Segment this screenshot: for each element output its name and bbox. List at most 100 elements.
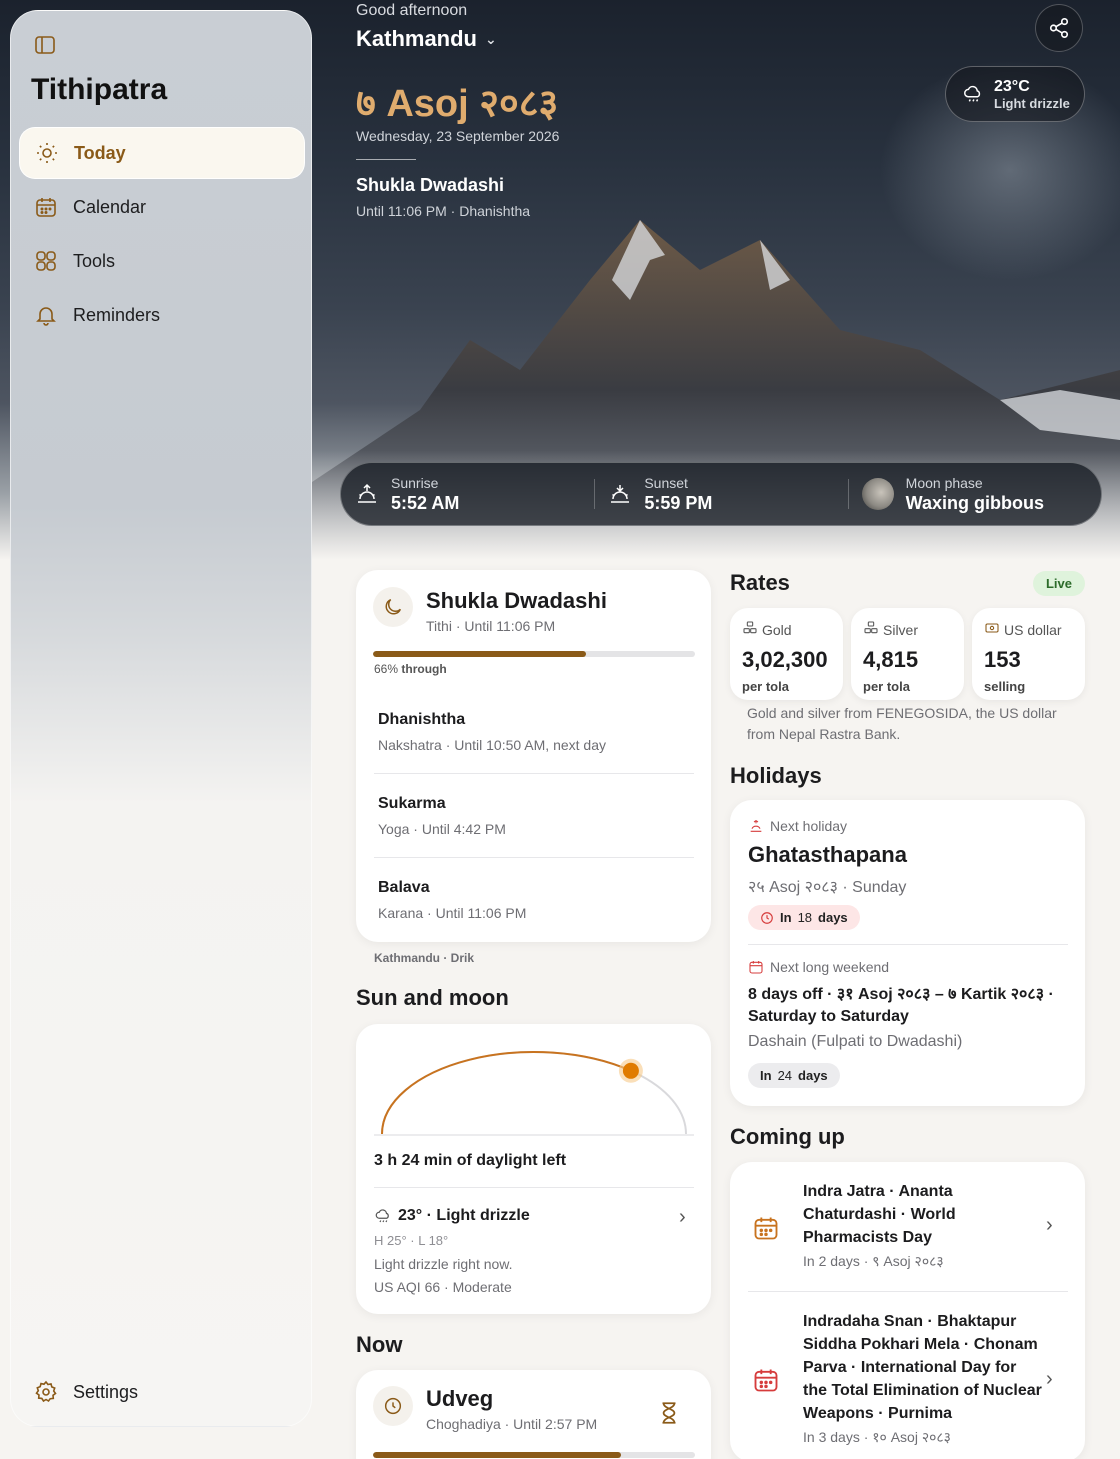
weather-summary[interactable]: 23° · Light drizzle xyxy=(374,1207,530,1225)
chevron-right-icon[interactable]: › xyxy=(679,1206,686,1229)
karana-sub: Karana · Until 11:06 PM xyxy=(378,905,527,921)
usd-label: US dollar xyxy=(1004,621,1062,638)
daylight-left: 3 h 24 min of daylight left xyxy=(374,1152,567,1169)
sidebar-item-today[interactable]: Today xyxy=(19,127,305,179)
gold-icon xyxy=(742,620,758,639)
coming-up-card: Indra Jatra · Ananta Chaturdashi · World… xyxy=(730,1162,1085,1459)
daylight-arc xyxy=(374,1051,694,1136)
weather-note: Light drizzle right now. xyxy=(374,1256,513,1272)
moon-phase-item: Moon phase Waxing gibbous xyxy=(847,463,1101,525)
yoga-title: Sukarma xyxy=(378,795,446,812)
countdown-prefix: In xyxy=(780,910,792,925)
silver-value: 4,815 xyxy=(863,647,919,672)
chevron-right-icon: › xyxy=(1046,1368,1053,1390)
air-quality: US AQI 66 · Moderate xyxy=(374,1279,512,1295)
panchang-card[interactable]: Shukla Dwadashi Tithi · Until 11:06 PM 6… xyxy=(356,570,711,942)
divider xyxy=(356,159,416,160)
silver-rate-card[interactable]: Silver 4,815 per tola xyxy=(851,608,964,700)
countdown-prefix: In xyxy=(760,1068,772,1083)
sunset-label: Sunset xyxy=(644,474,688,491)
drizzle-icon xyxy=(964,85,981,102)
clock-icon xyxy=(373,1386,413,1426)
karana-row: Balava Karana · Until 11:06 PM xyxy=(378,879,694,921)
hero-tithi: Shukla Dwadashi xyxy=(356,175,505,195)
sunset-item: Sunset 5:59 PM xyxy=(594,463,847,525)
weather-high-low: H 25° · L 18° xyxy=(374,1233,449,1248)
sun-icon xyxy=(34,140,60,166)
sidebar-item-label: Calendar xyxy=(73,196,147,217)
moon-phase-label: Moon phase xyxy=(905,474,983,491)
sunset-value: 5:59 PM xyxy=(644,492,713,513)
progress-label: 66% through xyxy=(374,662,447,676)
silver-icon xyxy=(863,620,879,639)
astro-bar: Sunrise 5:52 AM Sunset 5:59 PM Moon phas… xyxy=(340,462,1102,526)
usd-unit: selling xyxy=(984,679,1026,694)
divider xyxy=(374,1187,694,1188)
sidebar-item-reminders[interactable]: Reminders xyxy=(19,289,305,341)
hourglass-icon xyxy=(662,1402,676,1424)
weather-temp: 23°C xyxy=(994,77,1030,95)
event-title: Indradaha Snan · Bhaktapur Siddha Pokhar… xyxy=(803,1313,1042,1422)
long-weekend-countdown: In 24 days xyxy=(748,1063,840,1088)
calendar-icon xyxy=(754,1217,778,1240)
holidays-card[interactable]: Next holiday Ghatasthapana २५ Asoj २०८३ … xyxy=(730,800,1085,1106)
usd-value: 153 xyxy=(984,647,1021,672)
rates-heading: Rates xyxy=(730,570,790,595)
silver-unit: per tola xyxy=(863,679,910,694)
rates-source-note: Gold and silver from FENEGOSIDA, the US … xyxy=(747,705,1057,742)
countdown-number: 18 xyxy=(797,910,813,925)
yoga-row: Sukarma Yoga · Until 4:42 PM xyxy=(378,795,694,837)
sidebar-toggle-button[interactable] xyxy=(33,33,57,57)
coming-up-heading: Coming up xyxy=(730,1124,845,1149)
banknote-icon xyxy=(984,620,1000,639)
tithi-subtitle: Tithi · Until 11:06 PM xyxy=(426,618,556,634)
sidebar-item-settings[interactable]: Settings xyxy=(19,1366,305,1418)
settings-label: Settings xyxy=(73,1381,139,1402)
sunrise-icon xyxy=(358,483,376,503)
next-holiday-date: २५ Asoj २०८३ · Sunday xyxy=(748,879,907,896)
countdown-unit: days xyxy=(798,1068,828,1083)
gold-label: Gold xyxy=(762,621,792,638)
sidebar-item-label: Today xyxy=(74,142,126,163)
grid-icon xyxy=(33,248,59,274)
panchang-footer: Kathmandu · Drik xyxy=(374,951,475,965)
tithi-title: Shukla Dwadashi xyxy=(426,588,607,613)
clock-icon xyxy=(761,911,773,924)
sun-moon-card[interactable]: 3 h 24 min of daylight left 23° · Light … xyxy=(356,1024,711,1314)
divider xyxy=(374,773,694,774)
sidebar-item-label: Reminders xyxy=(73,304,161,325)
nakshatra-row: Dhanishtha Nakshatra · Until 10:50 AM, n… xyxy=(378,711,694,753)
gold-rate-card[interactable]: Gold 3,02,300 per tola xyxy=(730,608,843,700)
divider xyxy=(748,1291,1068,1292)
calendar-icon xyxy=(754,1369,778,1392)
sidebar-item-calendar[interactable]: Calendar xyxy=(19,181,305,233)
sun-moon-heading: Sun and moon xyxy=(356,985,509,1010)
sun-position-marker xyxy=(622,1062,639,1079)
divider xyxy=(374,857,694,858)
sidebar-toggle-icon xyxy=(35,36,55,54)
app-title: Tithipatra xyxy=(31,73,168,106)
share-icon xyxy=(1049,18,1069,38)
chevron-down-icon: ⌄ xyxy=(485,30,497,47)
progress-suffix: through xyxy=(401,662,447,676)
calendar-icon xyxy=(33,194,59,220)
choghadiya-card[interactable]: Udveg Choghadiya · Until 2:57 PM xyxy=(356,1370,711,1459)
now-heading: Now xyxy=(356,1332,403,1357)
nakshatra-sub: Nakshatra · Until 10:50 AM, next day xyxy=(378,737,606,753)
progress-percent: 66% xyxy=(374,662,399,676)
moon-phase-value: Waxing gibbous xyxy=(905,492,1044,513)
share-button[interactable] xyxy=(1035,4,1083,52)
gold-value: 3,02,300 xyxy=(742,647,828,672)
usd-rate-card[interactable]: US dollar 153 selling xyxy=(972,608,1085,700)
nakshatra-title: Dhanishtha xyxy=(378,711,466,728)
next-holiday-countdown: In 18 days xyxy=(748,905,860,930)
weather-pill[interactable]: 23°C Light drizzle xyxy=(945,66,1085,122)
moon-icon xyxy=(373,587,413,627)
tithi-progress-bar xyxy=(373,651,695,657)
drizzle-icon xyxy=(375,1209,389,1223)
weather-condition: Light drizzle xyxy=(994,95,1070,111)
sidebar-item-tools[interactable]: Tools xyxy=(19,235,305,287)
yoga-sub: Yoga · Until 4:42 PM xyxy=(378,821,506,837)
sidebar-item-label: Tools xyxy=(73,250,116,271)
city-selector[interactable]: Kathmandu ⌄ xyxy=(356,26,497,52)
